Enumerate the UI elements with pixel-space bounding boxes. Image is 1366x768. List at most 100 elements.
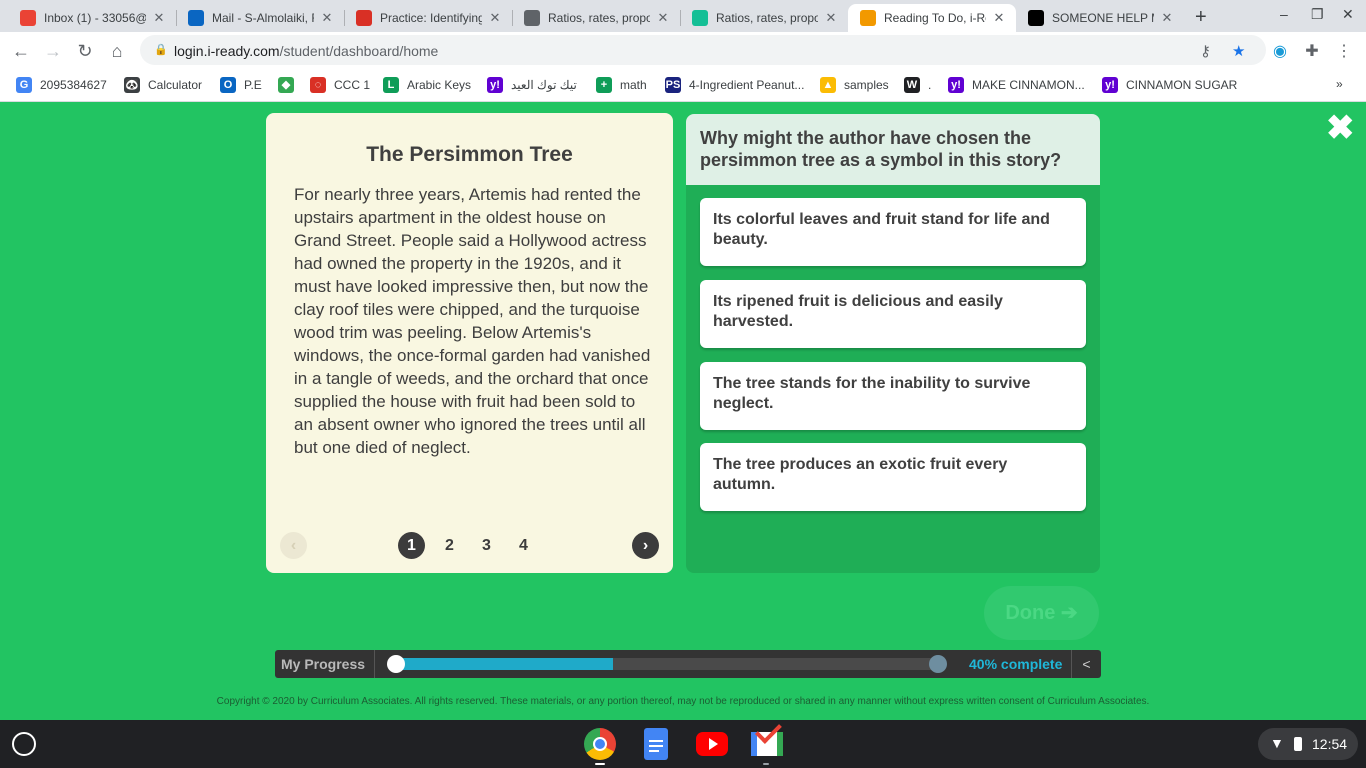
status-tray[interactable]: ▼ 12:54 <box>1258 728 1358 760</box>
previous-page-button[interactable]: ‹ <box>280 532 307 559</box>
bookmark-item[interactable]: L Arabic Keys <box>383 77 471 93</box>
bookmark-item[interactable]: ◌ CCC 1 <box>310 77 370 93</box>
page-number-button[interactable]: 1 <box>398 532 425 559</box>
window-close-button[interactable]: ✕ <box>1342 6 1354 23</box>
bookmark-item[interactable]: y! تيك توك العيد <box>487 77 577 93</box>
browser-tab[interactable]: SOMEONE HELP M ✕ <box>1016 4 1184 32</box>
bookmark-item[interactable]: 🐼 Calculator <box>124 77 202 93</box>
browser-tab[interactable]: Practice: Identifying ✕ <box>344 4 512 32</box>
bookmark-item[interactable]: ◆ <box>278 77 302 93</box>
url-text[interactable]: login.i-ready.com/student/dashboard/home <box>174 43 438 59</box>
bookmark-label: . <box>928 78 932 92</box>
minimize-button[interactable]: – <box>1280 6 1288 22</box>
close-icon[interactable]: ✖ <box>1326 111 1355 145</box>
tab-close-icon[interactable]: ✕ <box>824 10 838 26</box>
answer-option[interactable]: The tree stands for the inability to sur… <box>700 362 1086 430</box>
tab-close-icon[interactable]: ✕ <box>992 10 1006 26</box>
tab-separator <box>512 10 513 26</box>
progress-percent: 40% complete <box>969 656 1063 672</box>
answer-option[interactable]: Its colorful leaves and fruit stand for … <box>700 198 1086 266</box>
tab-title: Inbox (1) - 33056@ <box>44 11 146 25</box>
answer-option[interactable]: The tree produces an exotic fruit every … <box>700 443 1086 511</box>
bookmark-label: CINNAMON SUGAR <box>1126 78 1238 92</box>
question-prompt: Why might the author have chosen the per… <box>686 114 1100 185</box>
globe-icon <box>524 10 540 26</box>
bookmark-label: CCC 1 <box>334 78 371 92</box>
chrome-icon[interactable] <box>584 728 616 760</box>
copyright-text: Copyright © 2020 by Curriculum Associate… <box>216 696 1150 707</box>
tab-title: Ratios, rates, propo <box>548 11 650 25</box>
gmail-running-indicator <box>763 763 769 765</box>
url-path: /student/dashboard/home <box>279 43 439 59</box>
bookmark-item[interactable]: G 2095384627 <box>16 77 107 93</box>
progress-label: My Progress <box>281 656 366 672</box>
bookmark-item[interactable]: + math <box>596 77 647 93</box>
done-button[interactable]: Done ➔ <box>984 586 1099 640</box>
khan-icon <box>692 10 708 26</box>
youtube-icon[interactable] <box>696 732 728 756</box>
bookmark-item[interactable]: PS 4-Ingredient Peanut... <box>665 77 804 93</box>
menu-icon[interactable]: ⋮ <box>1334 42 1354 62</box>
tab-close-icon[interactable]: ✕ <box>1160 10 1174 26</box>
khan-icon <box>356 10 372 26</box>
bookmark-label: 2095384627 <box>40 78 107 92</box>
progress-collapse-button[interactable]: < <box>1071 650 1101 678</box>
browser-tab[interactable]: Mail - S-Almolaiki, F ✕ <box>176 4 344 32</box>
bookmark-item[interactable]: ▲ samples <box>820 77 889 93</box>
launcher-icon[interactable] <box>12 732 36 756</box>
gmail-icon[interactable] <box>751 717 783 756</box>
bookmark-item[interactable]: y! CINNAMON SUGAR <box>1102 77 1237 93</box>
chrome-running-indicator <box>595 763 605 765</box>
tab-title: Practice: Identifying <box>380 11 482 25</box>
wifi-icon: ▼ <box>1270 735 1284 751</box>
bookmarks-more-button[interactable]: » <box>1336 77 1343 91</box>
progress-divider <box>374 650 375 678</box>
outlook-icon: O <box>220 77 236 93</box>
bookmark-label: math <box>620 78 647 92</box>
bookmark-item[interactable]: W. <box>904 77 931 93</box>
bookmark-label: MAKE CINNAMON... <box>972 78 1085 92</box>
answer-option[interactable]: Its ripened fruit is delicious and easil… <box>700 280 1086 348</box>
calculator-icon: 🐼 <box>124 77 140 93</box>
key-icon[interactable]: ⚷ <box>1200 42 1211 60</box>
drive-icon: ▲ <box>820 77 836 93</box>
tab-close-icon[interactable]: ✕ <box>656 10 670 26</box>
browser-tab[interactable]: Ratios, rates, propo ✕ <box>680 4 848 32</box>
bookmarks-more-label: » <box>1336 77 1343 91</box>
home-icon[interactable]: ⌂ <box>106 40 128 62</box>
docs-icon[interactable] <box>644 728 668 760</box>
clock: 12:54 <box>1312 736 1348 752</box>
arrow-right-icon: ➔ <box>1060 602 1078 624</box>
bookmarks-bar: » G 2095384627 🐼 Calculator O P.E ◆ ◌ CCC 1 L Arab… <box>0 70 1366 102</box>
forward-icon[interactable]: → <box>42 40 64 62</box>
tab-close-icon[interactable]: ✕ <box>320 10 334 26</box>
puzzle-icon[interactable]: ✚ <box>1302 42 1322 62</box>
page-number-button[interactable]: 2 <box>436 532 463 559</box>
bookmark-label: Arabic Keys <box>407 78 472 92</box>
progress-end-marker <box>929 655 947 673</box>
browser-tab[interactable]: Reading To Do, i-Re ✕ <box>848 4 1016 32</box>
restore-button[interactable]: ❐ <box>1311 6 1324 23</box>
browser-toolbar: ← → ↻ ⌂ 🔒 login.i-ready.com/student/dash… <box>0 32 1366 70</box>
extension-icon[interactable]: ◉ <box>1270 42 1290 62</box>
back-icon[interactable]: ← <box>10 40 32 62</box>
tab-close-icon[interactable]: ✕ <box>152 10 166 26</box>
browser-tab[interactable]: Inbox (1) - 33056@ ✕ <box>8 4 176 32</box>
yahoo-icon: y! <box>1102 77 1118 93</box>
bookmark-label: تيك توك العيد <box>511 78 577 92</box>
new-tab-button[interactable]: + <box>1195 6 1207 29</box>
page-number-button[interactable]: 4 <box>510 532 537 559</box>
next-page-button[interactable]: › <box>632 532 659 559</box>
url-host: login.i-ready.com <box>174 43 280 59</box>
reload-icon[interactable]: ↻ <box>74 40 96 62</box>
page-number-button[interactable]: 3 <box>473 532 500 559</box>
bookmark-item[interactable]: O P.E <box>220 77 262 93</box>
tab-close-icon[interactable]: ✕ <box>488 10 502 26</box>
sheet-icon: + <box>596 77 612 93</box>
star-icon[interactable]: ★ <box>1232 42 1245 60</box>
address-bar[interactable]: 🔒 login.i-ready.com/student/dashboard/ho… <box>140 35 1266 65</box>
browser-tab[interactable]: Ratios, rates, propo ✕ <box>512 4 680 32</box>
bookmark-item[interactable]: y! MAKE CINNAMON... <box>948 77 1085 93</box>
brainly-icon <box>1028 10 1044 26</box>
taskbar: ▼ 12:54 <box>0 717 1366 768</box>
